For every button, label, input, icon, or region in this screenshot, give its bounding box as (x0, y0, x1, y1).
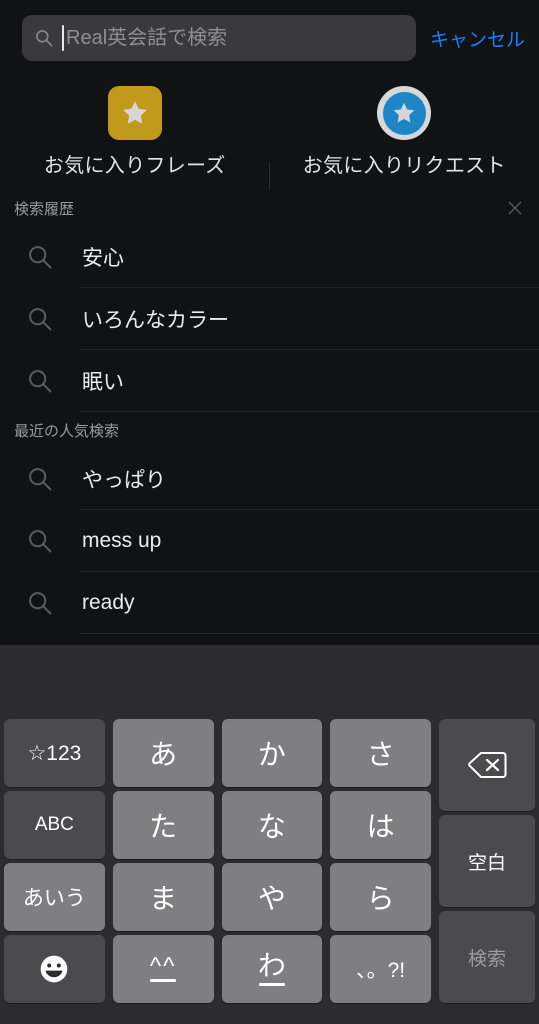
shortcut-favorite-requests[interactable]: お気に入りリクエスト (270, 76, 539, 190)
keyboard-utility-keys: 空白 検索 (435, 717, 539, 1005)
shortcut-label: お気に入りリクエスト (302, 155, 506, 177)
keyboard-main-keys: ☆123 あ か さ ABC た な は あいう ま や ら ^^ わ 、。?! (0, 717, 435, 1005)
key-backspace[interactable] (439, 719, 535, 811)
star-circle-inner (382, 91, 426, 135)
kaomoji-glyph: ^^ (150, 954, 177, 983)
keyboard: ☆123 あ か さ ABC た な は あいう ま や ら ^^ わ 、。?!… (0, 645, 539, 1024)
key-ya[interactable]: や (221, 863, 323, 931)
keyboard-row-3: あいう ま や ら (0, 861, 435, 933)
search-input[interactable]: Real英会話で検索 (22, 15, 416, 61)
row-divider (80, 633, 539, 634)
kaomoji-underline (150, 979, 177, 983)
list-item[interactable]: 眠い (0, 350, 539, 412)
delete-icon (468, 752, 507, 778)
search-icon (29, 592, 52, 615)
star-glyph (393, 102, 415, 123)
key-a[interactable]: あ (112, 719, 214, 787)
shortcut-favorite-phrases[interactable]: お気に入りフレーズ (0, 76, 270, 190)
section-header: 検索履歴 (0, 190, 539, 226)
key-ma[interactable]: ま (112, 863, 214, 931)
key-symbols-numbers[interactable]: ☆123 (4, 719, 105, 787)
keyboard-row-1: ☆123 あ か さ (0, 717, 435, 789)
search-icon (29, 308, 52, 331)
key-ka[interactable]: か (221, 719, 323, 787)
key-space[interactable]: 空白 (439, 815, 535, 907)
shortcut-label: お気に入りフレーズ (43, 155, 226, 177)
list-item[interactable]: いろんなカラー (0, 288, 539, 350)
wa-glyph: わ (258, 952, 286, 986)
keyboard-row-4: ^^ わ 、。?! (0, 933, 435, 1005)
key-ra[interactable]: ら (330, 863, 431, 931)
section-header: 最近の人気検索 (0, 412, 539, 448)
emoji-icon (41, 955, 68, 983)
section-title: 検索履歴 (14, 200, 75, 218)
list-item-label: やっぱり (82, 469, 166, 492)
keyboard-grid: ☆123 あ か さ ABC た な は あいう ま や ら ^^ わ 、。?!… (0, 717, 539, 1005)
list-item[interactable]: やっぱり (0, 448, 539, 510)
key-sa[interactable]: さ (330, 719, 431, 787)
search-icon (36, 30, 53, 47)
section-title: 最近の人気検索 (14, 422, 120, 440)
search-screen: Real英会話で検索 キャンセル お気に入りフレーズ お気に入りリクエスト 検索… (0, 0, 539, 1024)
list-item-label: 安心 (82, 247, 124, 270)
key-emoji[interactable] (4, 935, 105, 1003)
list-item[interactable]: 安心 (0, 226, 539, 288)
key-kaomoji[interactable]: ^^ (112, 935, 214, 1003)
shortcut-bar: お気に入りフレーズ お気に入りリクエスト (0, 76, 539, 252)
search-bar: Real英会話で検索 キャンセル (0, 0, 539, 76)
list-item-label: mess up (82, 529, 162, 552)
wa-underline (258, 983, 285, 986)
star-glyph (122, 101, 147, 124)
key-wa[interactable]: わ (221, 935, 323, 1003)
close-icon[interactable] (505, 198, 525, 218)
keyboard-row-2: ABC た な は (0, 789, 435, 861)
cancel-button[interactable]: キャンセル (416, 25, 525, 52)
key-na[interactable]: な (221, 791, 323, 859)
list-item-label: いろんなカラー (82, 309, 229, 332)
list-item-label: ready (82, 591, 135, 614)
key-ha[interactable]: は (330, 791, 431, 859)
search-icon (29, 530, 52, 553)
keyboard-suggestion-bar[interactable] (0, 645, 539, 717)
search-history-section: 検索履歴 安心 いろんなカラー 眠い (0, 190, 539, 412)
search-placeholder: Real英会話で検索 (66, 27, 228, 49)
popular-searches-section: 最近の人気検索 やっぱり mess up ready (0, 412, 539, 634)
search-icon (29, 468, 52, 491)
star-square-icon (107, 86, 162, 140)
text-caret (62, 25, 64, 51)
list-item[interactable]: mess up (0, 510, 539, 572)
search-icon (29, 246, 52, 269)
list-item[interactable]: ready (0, 572, 539, 634)
list-item-label: 眠い (82, 371, 124, 394)
key-search-enter[interactable]: 検索 (439, 911, 535, 1003)
key-punctuation[interactable]: 、。?! (330, 935, 431, 1003)
star-circle-icon (377, 86, 432, 140)
search-icon (29, 370, 52, 393)
key-abc[interactable]: ABC (4, 791, 105, 859)
key-aiu[interactable]: あいう (4, 863, 105, 931)
key-ta[interactable]: た (112, 791, 214, 859)
